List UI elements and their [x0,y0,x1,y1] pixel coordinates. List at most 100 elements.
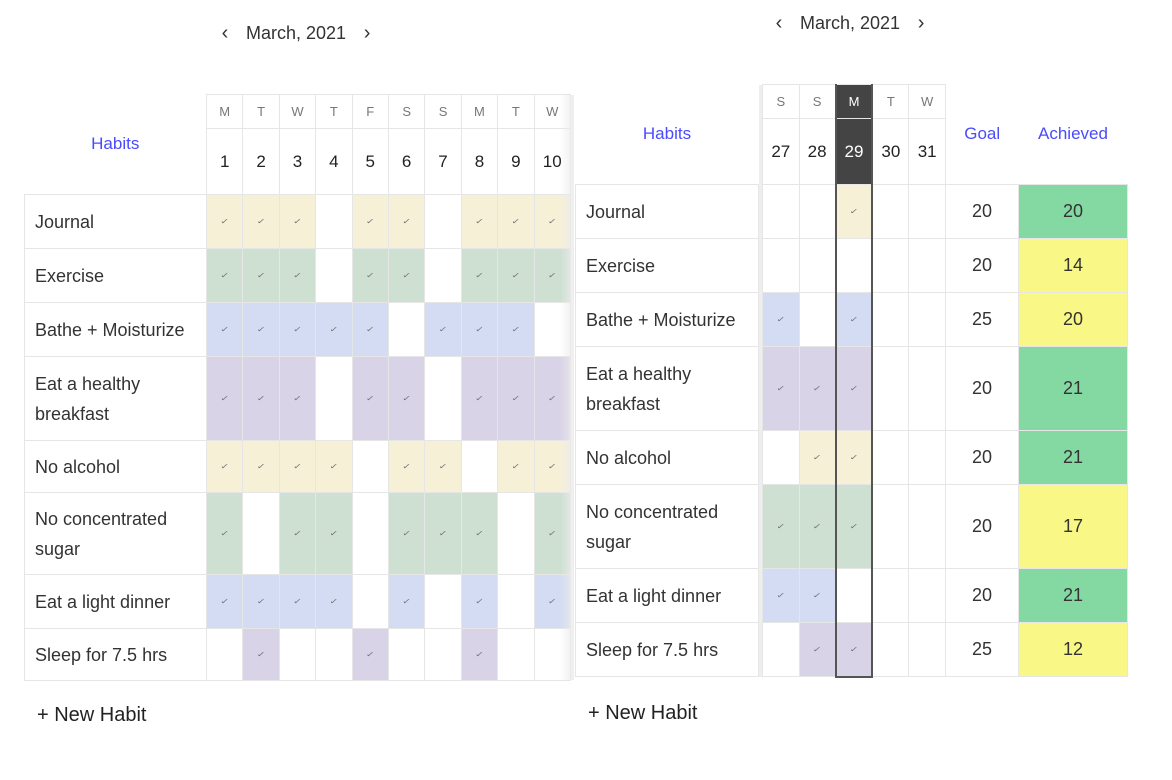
habit-day-cell[interactable]: ✓ [351,628,389,681]
habit-day-cell[interactable]: ✓ [242,302,280,357]
habit-name[interactable]: No concentrated sugar [575,484,759,569]
habit-day-cell[interactable]: ✓ [205,302,244,357]
habit-name[interactable]: No alcohol [24,440,207,493]
habit-day-cell[interactable]: ✓ [424,302,462,357]
habit-day-cell[interactable] [798,292,837,347]
habit-day-cell[interactable] [315,628,353,681]
habit-day-cell[interactable]: ✓ [387,574,426,629]
habit-day-cell[interactable] [315,248,353,303]
habit-name[interactable]: Exercise [24,248,207,303]
habit-day-cell[interactable] [351,492,389,575]
habit-day-cell[interactable]: ✓ [497,356,535,441]
habit-name[interactable]: No concentrated sugar [24,492,207,575]
habit-name[interactable]: Exercise [575,238,759,293]
habit-day-cell[interactable] [871,622,910,677]
habit-day-cell[interactable]: ✓ [798,622,837,677]
habit-name[interactable]: No alcohol [575,430,759,485]
habit-day-cell[interactable]: ✓ [387,356,426,441]
habit-name[interactable]: Eat a healthy breakfast [24,356,207,441]
habit-day-cell[interactable]: ✓ [460,356,499,441]
habit-day-cell[interactable]: ✓ [497,440,535,493]
habit-day-cell[interactable]: ✓ [424,492,462,575]
habit-day-cell[interactable]: ✓ [460,628,499,681]
habit-day-cell[interactable] [908,430,946,485]
habit-day-cell[interactable] [762,430,800,485]
habit-day-cell[interactable] [424,574,462,629]
habit-day-cell[interactable]: ✓ [497,194,535,249]
habit-day-cell[interactable]: ✓ [242,194,280,249]
habit-day-cell[interactable]: ✓ [387,440,426,493]
habit-name[interactable]: Eat a light dinner [575,568,759,623]
habit-day-cell[interactable]: ✓ [242,248,280,303]
habit-day-cell[interactable]: ✓ [834,184,874,239]
habit-day-cell[interactable] [762,238,800,293]
habit-day-cell[interactable]: ✓ [278,356,317,441]
habit-day-cell[interactable]: ✓ [834,622,874,678]
habit-day-cell[interactable]: ✓ [242,356,280,441]
habit-day-cell[interactable]: ✓ [351,248,389,303]
habit-day-cell[interactable]: ✓ [315,492,353,575]
habit-name[interactable]: Bathe + Moisturize [24,302,207,357]
habit-day-cell[interactable] [315,194,353,249]
habit-name[interactable]: Journal [24,194,207,249]
habit-day-cell[interactable]: ✓ [205,248,244,303]
habit-day-cell[interactable]: ✓ [387,248,426,303]
habit-name[interactable]: Eat a healthy breakfast [575,346,759,431]
habit-day-cell[interactable] [351,440,389,493]
habit-name[interactable]: Bathe + Moisturize [575,292,759,347]
habit-day-cell[interactable]: ✓ [762,484,800,569]
habit-day-cell[interactable]: ✓ [351,302,389,357]
habit-day-cell[interactable] [908,184,946,239]
habit-day-cell[interactable] [205,628,244,681]
new-habit-button[interactable]: + New Habit [588,702,698,725]
habit-day-cell[interactable]: ✓ [460,302,499,357]
habit-day-cell[interactable]: ✓ [278,194,317,249]
habit-day-cell[interactable]: ✓ [205,194,244,249]
habit-day-cell[interactable]: ✓ [315,574,353,629]
habit-day-cell[interactable]: ✓ [424,440,462,493]
habit-day-cell[interactable]: ✓ [798,430,837,485]
habit-day-cell[interactable]: ✓ [278,492,317,575]
habit-day-cell[interactable]: ✓ [351,356,389,441]
habit-day-cell[interactable]: ✓ [205,440,244,493]
habit-day-cell[interactable] [278,628,317,681]
habit-day-cell[interactable] [908,238,946,293]
habit-day-cell[interactable]: ✓ [460,574,499,629]
habit-day-cell[interactable] [424,628,462,681]
chevron-left-icon[interactable]: ‹ [214,22,236,44]
habit-day-cell[interactable]: ✓ [834,484,874,569]
habit-day-cell[interactable]: ✓ [242,574,280,629]
chevron-right-icon[interactable]: › [356,22,378,44]
habit-day-cell[interactable] [497,628,535,681]
habit-day-cell[interactable] [387,302,426,357]
new-habit-button[interactable]: + New Habit [37,704,147,727]
habit-day-cell[interactable]: ✓ [834,292,874,347]
habit-day-cell[interactable] [242,492,280,575]
habit-day-cell[interactable] [908,484,946,569]
habit-day-cell[interactable] [908,346,946,431]
habit-name[interactable]: Sleep for 7.5 hrs [24,628,207,681]
habit-day-cell[interactable] [871,184,910,239]
habit-day-cell[interactable]: ✓ [278,248,317,303]
habit-day-cell[interactable] [497,492,535,575]
habit-day-cell[interactable]: ✓ [762,568,800,623]
habit-day-cell[interactable]: ✓ [762,292,800,347]
habit-day-cell[interactable] [908,622,946,677]
habit-day-cell[interactable]: ✓ [798,484,837,569]
habit-day-cell[interactable]: ✓ [497,248,535,303]
habit-day-cell[interactable] [871,238,910,293]
habit-day-cell[interactable] [497,574,535,629]
habit-day-cell[interactable] [460,440,499,493]
habit-day-cell[interactable] [871,568,910,623]
chevron-left-icon[interactable]: ‹ [768,12,790,34]
habit-day-cell[interactable]: ✓ [497,302,535,357]
habit-day-cell[interactable]: ✓ [351,194,389,249]
habit-day-cell[interactable] [908,568,946,623]
habit-day-cell[interactable]: ✓ [798,346,837,431]
chevron-right-icon[interactable]: › [910,12,932,34]
habit-day-cell[interactable]: ✓ [798,568,837,623]
habit-day-cell[interactable] [315,356,353,441]
habit-day-cell[interactable]: ✓ [205,574,244,629]
habit-name[interactable]: Eat a light dinner [24,574,207,629]
habit-day-cell[interactable] [798,184,837,239]
